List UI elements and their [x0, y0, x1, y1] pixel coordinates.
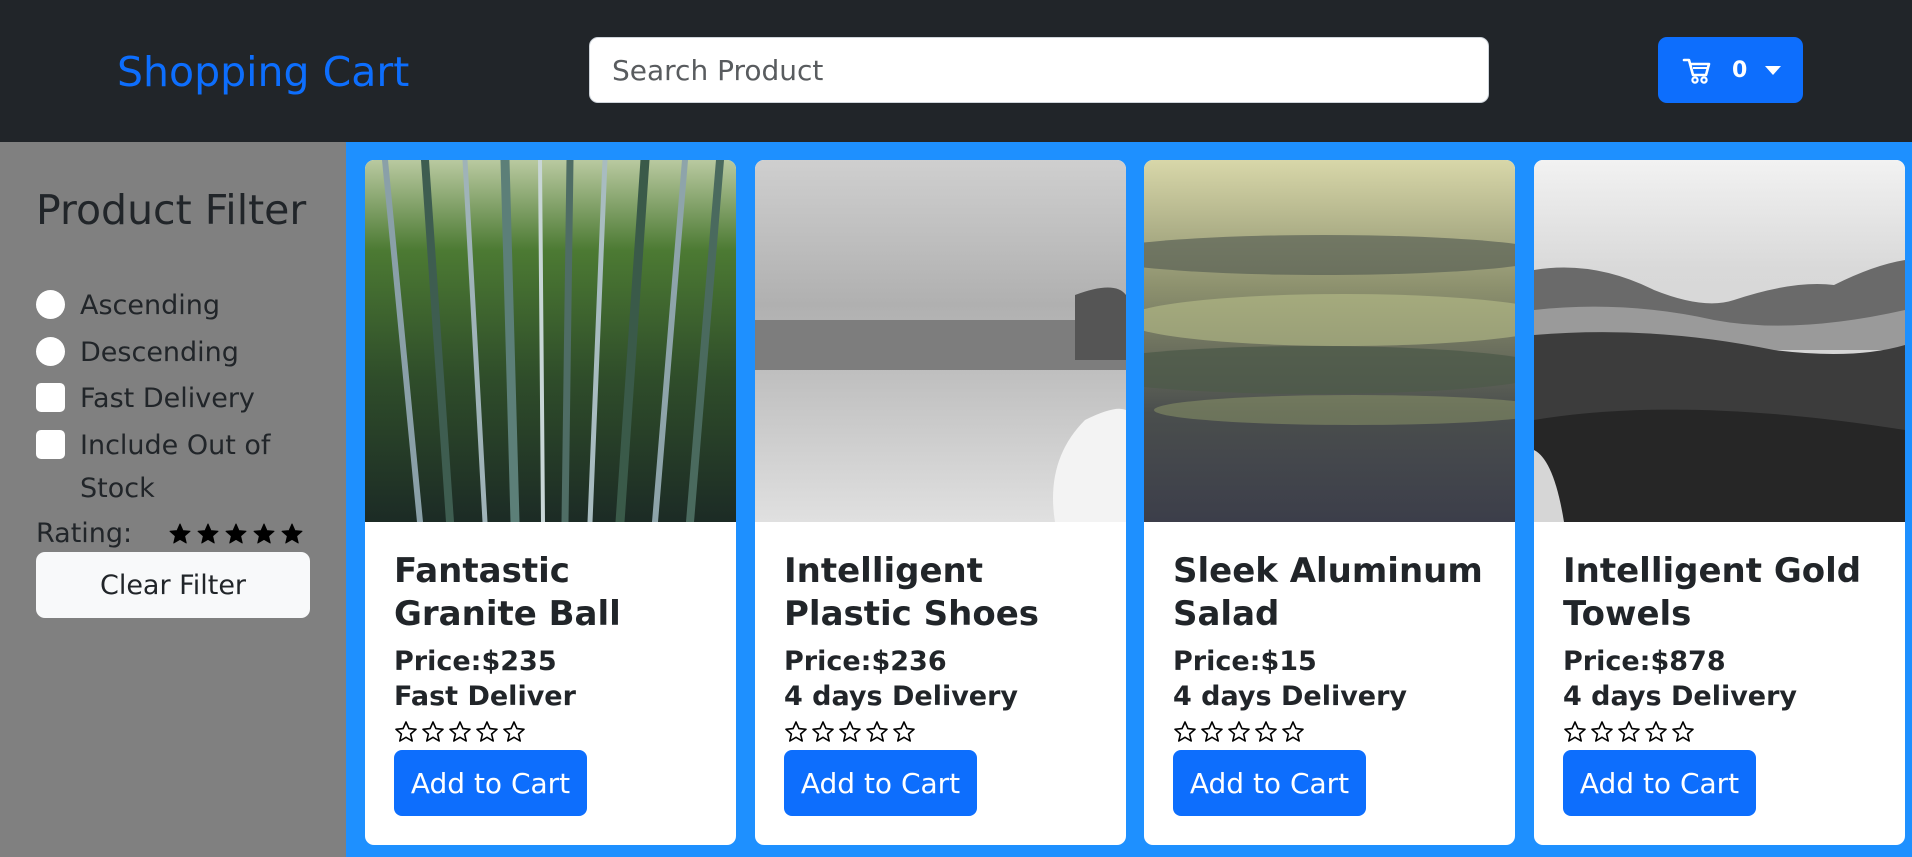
fast-delivery-option[interactable]: Fast Delivery: [36, 377, 280, 420]
star-filled-icon[interactable]: [196, 522, 220, 546]
product-rating: [1173, 720, 1305, 744]
star-outline-icon[interactable]: [811, 720, 835, 744]
star-outline-icon[interactable]: [475, 720, 499, 744]
filter-title: Product Filter: [36, 186, 307, 234]
product-delivery: 4 days Delivery: [1563, 681, 1798, 712]
add-to-cart-button[interactable]: Add to Cart: [394, 750, 587, 816]
star-filled-icon[interactable]: [252, 522, 276, 546]
filter-sidebar: Product Filter Ascending Descending Fast…: [0, 142, 346, 857]
cart-dropdown-button[interactable]: 0: [1658, 37, 1803, 103]
star-outline-icon[interactable]: [1671, 720, 1695, 744]
product-card: Sleek Aluminum Salad Price:$15 4 days De…: [1144, 160, 1515, 845]
star-outline-icon[interactable]: [394, 720, 418, 744]
star-outline-icon[interactable]: [421, 720, 445, 744]
star-outline-icon[interactable]: [1200, 720, 1224, 744]
product-name: Intelligent Plastic Shoes: [784, 551, 1039, 634]
rating-label: Rating:: [36, 518, 133, 549]
product-price: Price:$878: [1563, 646, 1726, 677]
descending-radio[interactable]: [36, 337, 65, 366]
star-outline-icon[interactable]: [448, 720, 472, 744]
add-to-cart-button[interactable]: Add to Cart: [784, 750, 977, 816]
include-out-of-stock-checkbox[interactable]: [36, 430, 65, 459]
star-outline-icon[interactable]: [1173, 720, 1197, 744]
ascending-radio[interactable]: [36, 290, 65, 319]
product-price: Price:$236: [784, 646, 947, 677]
sort-descending-option[interactable]: Descending: [36, 331, 280, 374]
fast-delivery-checkbox[interactable]: [36, 383, 65, 412]
cart-icon: [1682, 55, 1712, 85]
search-input[interactable]: [589, 37, 1489, 103]
star-outline-icon[interactable]: [1254, 720, 1278, 744]
ascending-label: Ascending: [80, 290, 220, 321]
product-card: Fantastic Granite Ball Price:$235 Fast D…: [365, 160, 736, 845]
star-outline-icon[interactable]: [865, 720, 889, 744]
product-grid: Fantastic Granite Ball Price:$235 Fast D…: [346, 142, 1912, 857]
sort-ascending-option[interactable]: Ascending: [36, 284, 280, 327]
star-filled-icon[interactable]: [224, 522, 248, 546]
product-price: Price:$235: [394, 646, 557, 677]
star-filled-icon[interactable]: [168, 522, 192, 546]
product-image-grayscale-seascape: [755, 160, 1126, 522]
product-delivery: 4 days Delivery: [784, 681, 1019, 712]
include-out-of-stock-label: Include Out of Stock: [80, 430, 271, 504]
fast-delivery-label: Fast Delivery: [80, 383, 255, 414]
product-delivery: 4 days Delivery: [1173, 681, 1408, 712]
star-outline-icon[interactable]: [1590, 720, 1614, 744]
navbar: Shopping Cart 0: [0, 0, 1912, 142]
chevron-down-icon: [1765, 65, 1782, 75]
star-filled-icon[interactable]: [280, 522, 304, 546]
star-outline-icon[interactable]: [1563, 720, 1587, 744]
product-rating: [1563, 720, 1695, 744]
product-name: Fantastic Granite Ball: [394, 551, 621, 634]
product-name: Sleek Aluminum Salad: [1173, 551, 1483, 634]
product-card: Intelligent Plastic Shoes Price:$236 4 d…: [755, 160, 1126, 845]
star-outline-icon[interactable]: [1644, 720, 1668, 744]
product-image-grayscale-landscape: [1534, 160, 1905, 522]
product-name: Intelligent Gold Towels: [1563, 551, 1862, 634]
include-out-of-stock-option[interactable]: Include Out of Stock: [36, 424, 280, 510]
star-outline-icon[interactable]: [1281, 720, 1305, 744]
rating-stars: [168, 522, 304, 546]
star-outline-icon[interactable]: [784, 720, 808, 744]
product-delivery: Fast Deliver: [394, 681, 576, 712]
star-outline-icon[interactable]: [502, 720, 526, 744]
clear-filter-button[interactable]: Clear Filter: [36, 552, 310, 618]
product-rating: [394, 720, 526, 744]
product-card: Intelligent Gold Towels Price:$878 4 day…: [1534, 160, 1905, 845]
product-price: Price:$15: [1173, 646, 1317, 677]
star-outline-icon[interactable]: [892, 720, 916, 744]
star-outline-icon[interactable]: [838, 720, 862, 744]
add-to-cart-button[interactable]: Add to Cart: [1173, 750, 1366, 816]
add-to-cart-button[interactable]: Add to Cart: [1563, 750, 1756, 816]
product-image-cloudy-sky: [1144, 160, 1515, 522]
cart-count-badge: 0: [1732, 57, 1748, 83]
brand-title[interactable]: Shopping Cart: [117, 44, 409, 100]
product-image-bamboo-forest: [365, 160, 736, 522]
descending-label: Descending: [80, 337, 239, 368]
star-outline-icon[interactable]: [1227, 720, 1251, 744]
product-rating: [784, 720, 916, 744]
star-outline-icon[interactable]: [1617, 720, 1641, 744]
rating-filter: Rating:: [36, 514, 304, 554]
